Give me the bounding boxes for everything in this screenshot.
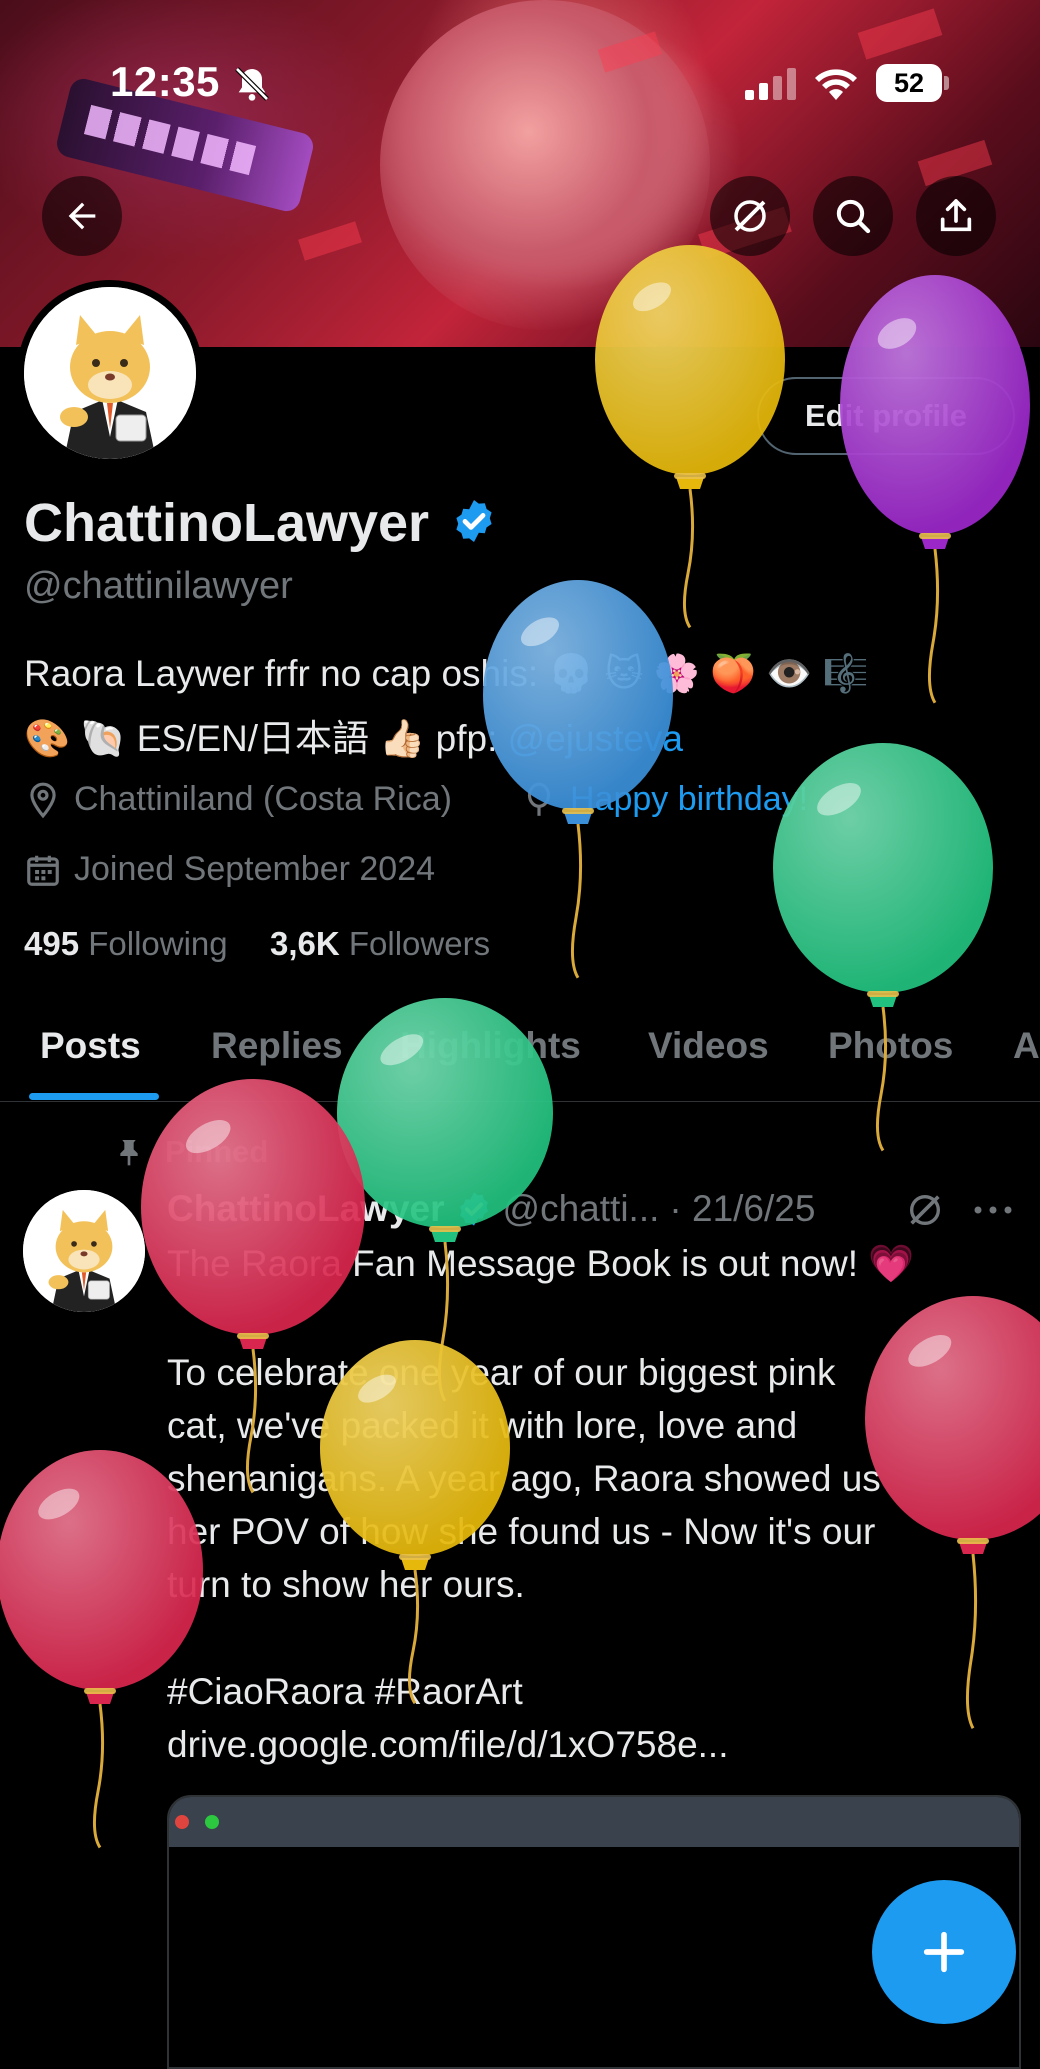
verified-icon xyxy=(459,1192,488,1226)
post-author[interactable]: ChattinoLawyer xyxy=(167,1188,445,1230)
balloon-icon xyxy=(483,580,673,979)
following-label: Following xyxy=(88,925,228,962)
verified-icon xyxy=(450,496,498,558)
location-text: Chattiniland (Costa Rica) xyxy=(74,780,452,818)
profile-name-text: ChattinoLawyer xyxy=(24,493,430,553)
share-icon xyxy=(940,199,972,232)
post-url-link[interactable]: drive.google.com/file/d/1xO758e... xyxy=(167,1724,1017,1766)
signal-icon xyxy=(745,68,797,105)
grok-button[interactable] xyxy=(710,176,790,256)
window-dot-green-icon xyxy=(205,1815,219,1829)
bio-line-2-text: 🎨 🐚 ES/EN/日本語 👍🏻 pfp: xyxy=(24,718,508,759)
card-window-bar xyxy=(169,1797,1019,1847)
bio-line-2: 🎨 🐚 ES/EN/日本語 👍🏻 pfp: @ejusteva xyxy=(24,708,683,762)
post-text-line-5: her POV of how she found us - Now it's o… xyxy=(167,1511,876,1552)
active-tab-indicator xyxy=(29,1093,159,1100)
pin-icon xyxy=(120,1140,138,1166)
profile-name: ChattinoLawyer xyxy=(24,492,498,558)
window-dot-red-icon xyxy=(175,1815,189,1829)
tab-photos[interactable]: Photos xyxy=(828,1025,953,1067)
birthday-text[interactable]: Happy birthday! xyxy=(570,780,808,819)
profile-stats: 495 Following 3,6K Followers xyxy=(24,925,490,963)
bio-line-1: Raora Laywer frfr no cap oshis: 💀 🐱 🌸 🍑 … xyxy=(24,653,869,694)
balloon-icon xyxy=(0,1450,203,1849)
profile-birthday: Happy birthday! xyxy=(520,780,808,819)
followers-count: 3,6K xyxy=(269,925,340,962)
grok-icon xyxy=(734,200,766,232)
pinned-indicator: Pinned xyxy=(113,1134,268,1170)
post-grok-button[interactable] xyxy=(905,1190,945,1235)
pinned-label: Pinned xyxy=(165,1134,269,1169)
profile-location: Chattiniland (Costa Rica) xyxy=(24,780,452,819)
post-text-line-3: cat, we've packed it with lore, love and xyxy=(167,1405,798,1446)
compose-post-button[interactable] xyxy=(872,1880,1016,2024)
profile-avatar[interactable] xyxy=(17,280,203,466)
wifi-icon xyxy=(813,66,859,107)
more-icon xyxy=(974,1206,1012,1214)
status-time: 12:35 xyxy=(110,58,220,105)
followers-link[interactable]: 3,6K Followers xyxy=(270,925,490,962)
profile-joined: Joined September 2024 xyxy=(24,850,435,889)
post-date: · 21/6/25 xyxy=(669,1188,816,1229)
post-handle[interactable]: @chatti... xyxy=(503,1188,660,1230)
plus-icon xyxy=(923,1931,965,1973)
calendar-icon xyxy=(27,855,59,886)
share-button[interactable] xyxy=(916,176,996,256)
profile-tabs: Posts Replies Highlights Videos Photos A xyxy=(0,1015,1040,1102)
post-text-line-6: turn to show her ours. xyxy=(167,1564,525,1605)
search-icon xyxy=(836,199,871,234)
profile-handle: @chattinilawyer xyxy=(24,565,293,607)
post-avatar[interactable] xyxy=(23,1190,145,1312)
following-link[interactable]: 495 Following xyxy=(24,925,228,962)
post-text-line-4: shenanigans. A year ago, Raora showed us xyxy=(167,1458,881,1499)
post-hashtags[interactable]: #CiaoRaora #RaorArt xyxy=(167,1671,1017,1713)
post-text-line-2: To celebrate one year of our biggest pin… xyxy=(167,1352,836,1393)
post-text-line-1: The Raora Fan Message Book is out now! 💗 xyxy=(167,1243,915,1284)
balloon-icon xyxy=(527,782,551,816)
joined-text: Joined September 2024 xyxy=(74,850,436,888)
bio-mention-link[interactable]: @ejusteva xyxy=(508,718,683,759)
grok-icon xyxy=(910,1195,940,1225)
silent-bell-icon xyxy=(232,64,272,109)
back-arrow-icon xyxy=(68,202,96,230)
tab-videos[interactable]: Videos xyxy=(648,1025,769,1067)
tab-posts[interactable]: Posts xyxy=(40,1025,141,1067)
battery-icon: 52 xyxy=(876,64,950,102)
tab-replies[interactable]: Replies xyxy=(211,1025,343,1067)
search-button[interactable] xyxy=(813,176,893,256)
battery-level: 52 xyxy=(876,64,942,102)
tab-articles[interactable]: A xyxy=(1013,1025,1040,1067)
back-button[interactable] xyxy=(42,176,122,256)
location-icon xyxy=(30,782,56,818)
edit-profile-button[interactable]: Edit profile xyxy=(757,377,1015,455)
tab-highlights[interactable]: Highlights xyxy=(400,1025,581,1067)
following-count: 495 xyxy=(24,925,80,962)
followers-label: Followers xyxy=(348,925,491,962)
post-header: ChattinoLawyer @chatti... · 21/6/25 xyxy=(167,1188,815,1230)
post-more-button[interactable] xyxy=(972,1196,1014,1229)
